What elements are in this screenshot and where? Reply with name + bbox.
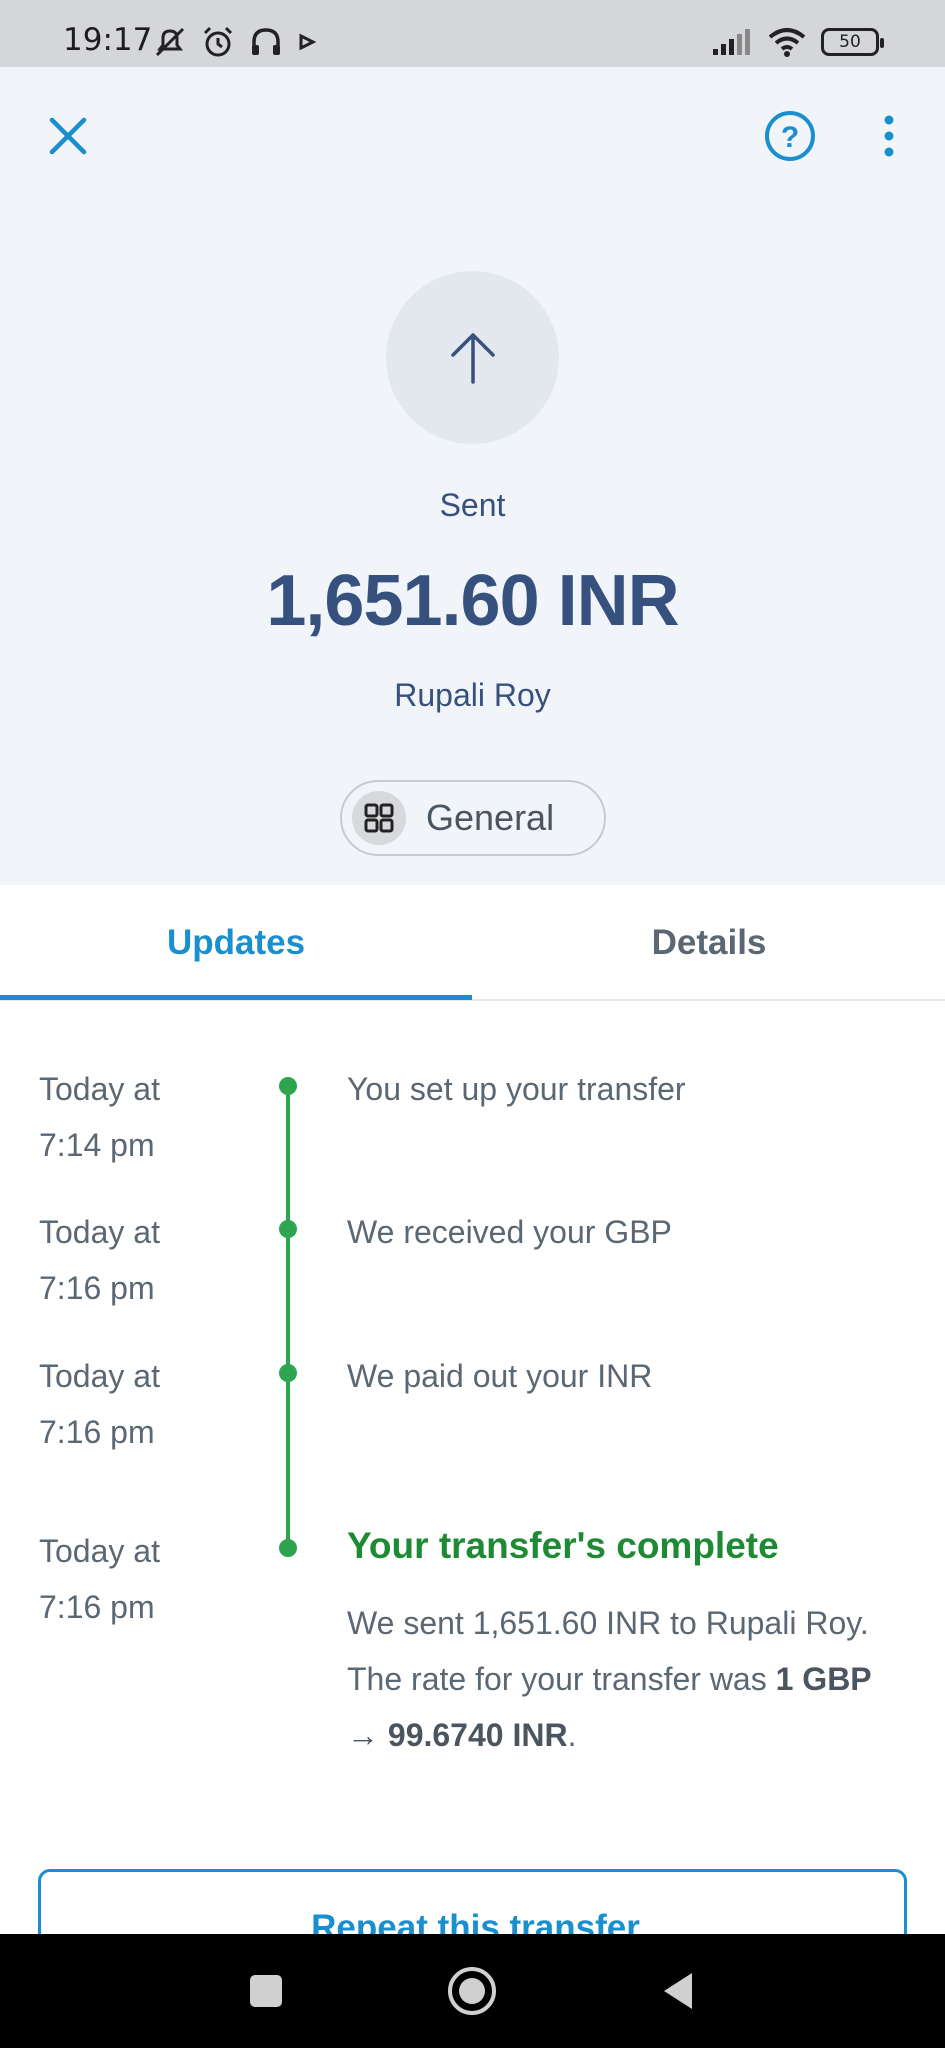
timeline-event: We received your GBP bbox=[347, 1214, 672, 1250]
close-icon bbox=[49, 117, 87, 155]
status-time: 19:17 bbox=[63, 22, 153, 58]
tab-details[interactable]: Details bbox=[473, 885, 945, 1001]
grid-icon bbox=[352, 791, 406, 845]
timeline-dot bbox=[279, 1220, 297, 1238]
home-button[interactable] bbox=[412, 1934, 532, 2048]
more-options-button[interactable] bbox=[874, 110, 904, 162]
signal-icon bbox=[713, 29, 750, 55]
timeline-dot bbox=[279, 1364, 297, 1382]
help-icon: ? bbox=[765, 111, 815, 161]
updates-timeline: Today at 7:14 pm You set up your transfe… bbox=[0, 1003, 945, 1863]
close-button[interactable] bbox=[42, 110, 94, 162]
timeline-dot-final bbox=[279, 1539, 297, 1557]
transfer-amount: 1,651.60 INR bbox=[266, 561, 679, 641]
timeline-time: Today at 7:16 pm bbox=[39, 1358, 160, 1450]
arrow-up-icon bbox=[450, 332, 495, 384]
category-chip[interactable]: General bbox=[340, 780, 606, 856]
transfer-status: Sent bbox=[439, 487, 506, 523]
wifi-icon bbox=[768, 28, 806, 57]
back-button[interactable] bbox=[618, 1934, 738, 2048]
timeline-time: Today at 7:16 pm bbox=[39, 1214, 160, 1306]
status-bar: 19:17 50 bbox=[0, 0, 945, 67]
back-icon bbox=[664, 1973, 692, 2009]
headphones-icon bbox=[252, 28, 280, 55]
transfer-complete-description: We sent 1,651.60 INR to Rupali Roy. The … bbox=[347, 1605, 872, 1753]
recents-icon bbox=[250, 1975, 282, 2007]
tab-updates[interactable]: Updates bbox=[0, 885, 472, 1001]
timeline-line bbox=[286, 1083, 290, 1547]
transfer-header: ? Sent 1,651.60 INR Rupali Roy General bbox=[0, 67, 945, 885]
category-label: General bbox=[426, 797, 555, 838]
active-tab-indicator bbox=[0, 995, 472, 1000]
more-vertical-icon bbox=[884, 115, 894, 157]
timeline-event: You set up your transfer bbox=[347, 1071, 686, 1107]
recipient-name: Rupali Roy bbox=[394, 677, 551, 713]
svg-text:?: ? bbox=[781, 121, 799, 154]
help-button[interactable]: ? bbox=[762, 108, 818, 164]
battery-icon: 50 bbox=[821, 28, 884, 56]
transfer-type-badge bbox=[386, 271, 559, 444]
play-icon bbox=[299, 33, 317, 51]
home-icon bbox=[448, 1967, 496, 2015]
recents-button[interactable] bbox=[206, 1934, 326, 2048]
timeline-event: We paid out your INR bbox=[347, 1358, 653, 1394]
tab-bar: Updates Details bbox=[0, 885, 945, 1001]
timeline-time: Today at 7:16 pm bbox=[39, 1533, 160, 1625]
timeline-time: Today at 7:14 pm bbox=[39, 1071, 160, 1163]
transfer-complete-title: Your transfer's complete bbox=[347, 1525, 779, 1566]
navigation-bar bbox=[0, 1934, 945, 2048]
timeline-dot bbox=[279, 1077, 297, 1095]
status-icons-left bbox=[152, 22, 318, 62]
mute-icon bbox=[155, 27, 185, 57]
status-icons-right: 50 bbox=[711, 22, 884, 62]
alarm-icon bbox=[203, 26, 233, 57]
